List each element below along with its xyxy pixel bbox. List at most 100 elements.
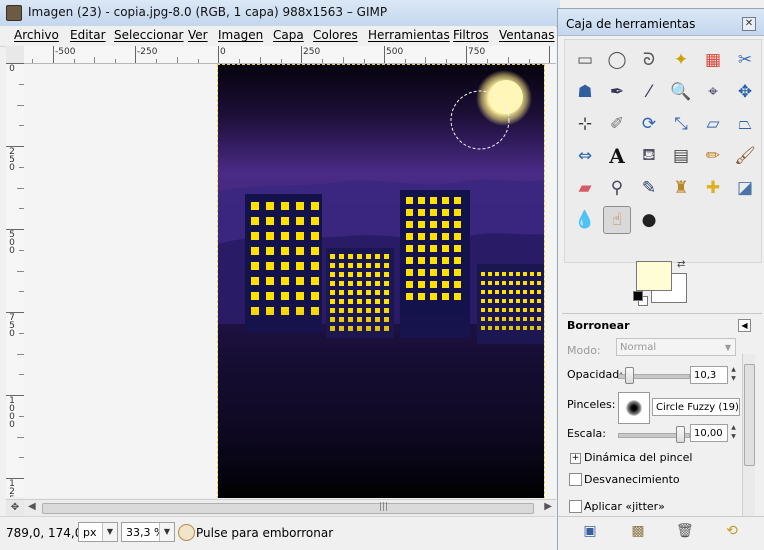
delete-tool-preset-icon[interactable]: 🗑 — [676, 523, 694, 539]
menubar: Archivo Editar Seleccionar Ver Imagen Ca… — [0, 26, 556, 47]
color-picker-icon: ⁄ — [647, 82, 651, 102]
pencil-tool-button[interactable]: ✏ — [699, 142, 727, 170]
menu-imagen[interactable]: Imagen — [218, 28, 263, 42]
scale-tool-button[interactable]: ⤡ — [667, 110, 695, 138]
scale-slider-handle[interactable] — [676, 426, 685, 443]
scroll-left-icon[interactable]: ◀ — [28, 501, 36, 512]
measure-icon: ⌖ — [708, 82, 718, 102]
color-picker-tool-button[interactable]: ⁄ — [635, 78, 663, 106]
default-colors-icon[interactable] — [633, 291, 643, 301]
menu-seleccionar[interactable]: Seleccionar — [114, 28, 183, 42]
unit-select[interactable]: px ▼ — [78, 522, 118, 542]
menu-capa[interactable]: Capa — [273, 28, 304, 42]
shear-tool-button[interactable]: ▱ — [699, 110, 727, 138]
clone-tool-button[interactable]: ♜ — [667, 174, 695, 202]
airbrush-tool-button[interactable]: ⚲ — [603, 174, 631, 202]
select-by-color-tool-button[interactable]: ▦ — [699, 46, 727, 74]
panel-menu-icon[interactable]: ◀ — [738, 319, 751, 332]
flip-tool-button[interactable]: ⇔ — [571, 142, 599, 170]
restore-tool-preset-icon[interactable]: ▩ — [630, 523, 646, 539]
zoom-tool-button[interactable]: 🔍 — [667, 78, 695, 106]
opacity-field[interactable]: 10,3 — [690, 366, 728, 384]
menu-ventanas[interactable]: Ventanas — [499, 28, 555, 42]
ruler-label: 500 — [9, 230, 15, 256]
unit-value: px — [83, 526, 97, 539]
save-tool-preset-icon[interactable]: ▣ — [582, 523, 598, 539]
horizontal-ruler[interactable]: -500 -250 0 250 500 750 — [24, 46, 556, 64]
scrollbar-thumb[interactable] — [744, 364, 755, 466]
increment-icon[interactable]: ▲ — [729, 366, 738, 374]
align-tool-button[interactable]: ⊹ — [571, 110, 599, 138]
paths-tool-button[interactable]: ✒ — [603, 78, 631, 106]
horizontal-scrollbar[interactable]: ◀ ||| ▶ — [24, 499, 556, 516]
tool-options-title: Borronear — [567, 319, 630, 332]
fade-checkbox[interactable] — [569, 473, 582, 486]
fuzzy-select-tool-button[interactable]: ✦ — [667, 46, 695, 74]
menu-colores[interactable]: Colores — [313, 28, 358, 42]
options-scrollbar[interactable] — [742, 354, 755, 516]
night-city-image[interactable] — [218, 64, 544, 498]
scale-label: Escala: — [567, 427, 606, 440]
menu-ver[interactable]: Ver — [188, 28, 208, 42]
perspective-tool-button[interactable]: ⏢ — [731, 110, 759, 138]
increment-icon[interactable]: ▲ — [729, 424, 738, 432]
window-title: Imagen (23) - copia.jpg-8.0 (RGB, 1 capa… — [28, 5, 388, 19]
fade-label: Desvanecimiento — [584, 473, 680, 486]
close-icon[interactable]: ✕ — [742, 17, 756, 31]
navigate-icon[interactable]: ✥ — [6, 499, 24, 516]
eraser-tool-button[interactable]: ▰ — [571, 174, 599, 202]
ruler-label: 1000 — [9, 396, 15, 430]
brush-preview[interactable] — [618, 392, 650, 424]
jitter-checkbox[interactable] — [569, 500, 582, 513]
scissors-select-tool-button[interactable]: ✂ — [731, 46, 759, 74]
blend-tool-button[interactable]: ▤ — [667, 142, 695, 170]
menu-editar[interactable]: Editar — [70, 28, 106, 42]
ruler-label: 1250 — [9, 479, 15, 498]
ellipse-select-tool-button[interactable]: ◯ — [603, 46, 631, 74]
zoom-select[interactable]: 33,3 % ▼ — [121, 522, 175, 542]
menu-herramientas[interactable]: Herramientas — [368, 28, 450, 42]
status-hint: Pulse para emborronar — [196, 526, 334, 540]
expand-icon[interactable]: + — [570, 453, 581, 464]
swap-colors-icon[interactable]: ⇄ — [677, 259, 685, 270]
ink-tool-button[interactable]: ✎ — [635, 174, 663, 202]
scale-field[interactable]: 10,00 — [690, 424, 728, 442]
scrollbar-thumb[interactable] — [42, 503, 534, 514]
text-icon: A — [609, 144, 625, 168]
smudge-tool-button[interactable]: ☝ — [603, 206, 631, 234]
rotate-tool-button[interactable]: ⟳ — [635, 110, 663, 138]
vertical-ruler[interactable]: 0 250 500 750 1000 1250 — [6, 63, 25, 497]
menu-filtros[interactable]: Filtros — [453, 28, 489, 42]
foreground-color-swatch[interactable] — [636, 261, 672, 291]
scroll-right-icon[interactable]: ▶ — [544, 501, 552, 512]
blur-sharpen-tool-button[interactable]: 💧 — [571, 206, 599, 234]
dynamics-label[interactable]: Dinámica del pincel — [584, 451, 692, 464]
scale-icon: ⤡ — [674, 114, 688, 134]
opacity-label: Opacidad: — [567, 368, 623, 381]
bucket-fill-icon: ⛾ — [642, 145, 656, 165]
decrement-icon[interactable]: ▼ — [729, 375, 738, 383]
crop-tool-button[interactable]: ✐ — [603, 110, 631, 138]
toolbox-titlebar: Caja de herramientas ✕ — [558, 9, 764, 36]
foreground-select-tool-button[interactable]: ☗ — [571, 78, 599, 106]
dodge-burn-tool-button[interactable]: ● — [635, 206, 663, 234]
text-tool-button[interactable]: A — [603, 142, 631, 170]
reset-tool-options-icon[interactable]: ⟲ — [724, 523, 740, 539]
measure-tool-button[interactable]: ⌖ — [699, 78, 727, 106]
heal-tool-button[interactable]: ✚ — [699, 174, 727, 202]
bucket-fill-tool-button[interactable]: ⛾ — [635, 142, 663, 170]
rect-select-tool-button[interactable]: ▭ — [571, 46, 599, 74]
menu-archivo[interactable]: Archivo — [14, 28, 59, 42]
paintbrush-tool-button[interactable]: 🖌 — [731, 142, 759, 170]
brush-name-field[interactable]: Circle Fuzzy (19) — [652, 398, 740, 416]
statusbar: 789,0, 174,0 px ▼ 33,3 % ▼ Pulse para em… — [0, 516, 556, 550]
mode-select[interactable]: Normal ▼ — [616, 338, 736, 356]
move-tool-button[interactable]: ✥ — [731, 78, 759, 106]
decrement-icon[interactable]: ▼ — [729, 433, 738, 441]
opacity-slider-handle[interactable] — [625, 367, 634, 384]
perspective-clone-tool-button[interactable]: ◪ — [731, 174, 759, 202]
ruler-corner[interactable] — [6, 46, 25, 64]
dodge-burn-icon: ● — [641, 210, 657, 230]
free-select-tool-button[interactable]: ᘐ — [635, 46, 663, 74]
image-canvas[interactable] — [24, 64, 556, 498]
